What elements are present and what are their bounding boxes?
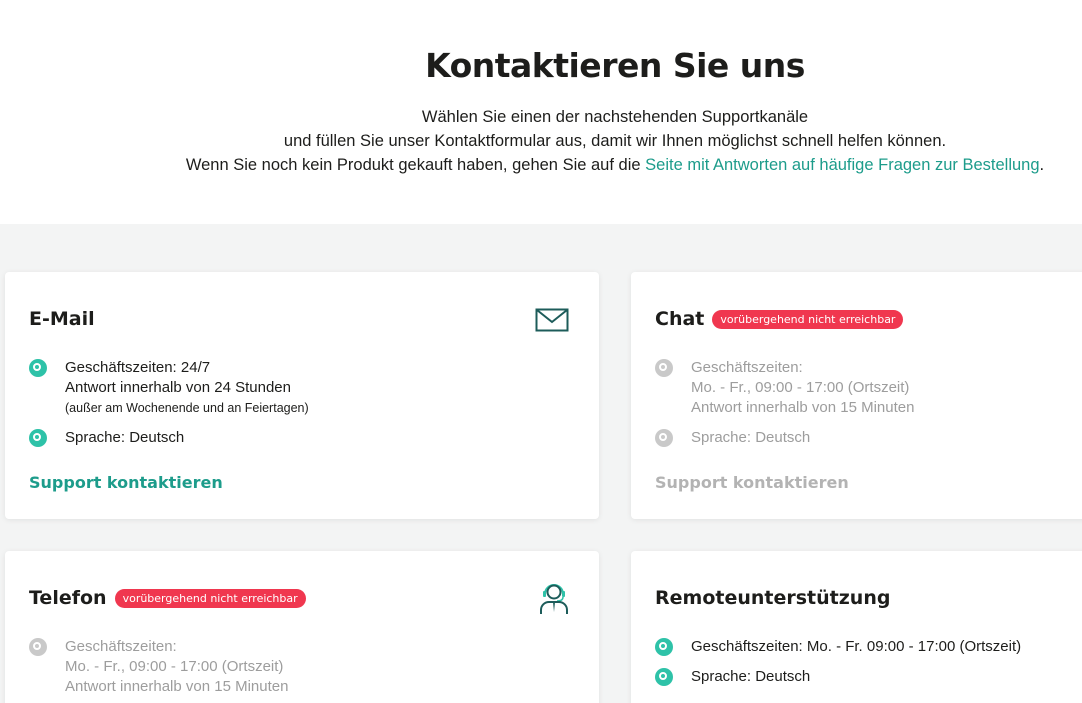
chat-language: Sprache: Deutsch (691, 429, 811, 446)
bullet-icon (655, 429, 673, 447)
phone-hours-label: Geschäftszeiten: (65, 638, 177, 655)
remote-hours-item: Geschäftszeiten: Mo. - Fr. 09:00 - 17:00… (655, 637, 1021, 657)
phone-hours-item: Geschäftszeiten: Mo. - Fr., 09:00 - 17:0… (29, 637, 288, 697)
phone-hours: Mo. - Fr., 09:00 - 17:00 (Ortszeit) (65, 658, 284, 675)
intro-line-2: und füllen Sie unser Kontaktformular aus… (283, 132, 947, 150)
bullet-icon (655, 359, 673, 377)
chat-hours-label: Geschäftszeiten: (691, 359, 803, 376)
chat-response-time: Antwort innerhalb von 15 Minuten (691, 399, 915, 416)
chat-hours: Mo. - Fr., 09:00 - 17:00 (Ortszeit) (691, 379, 910, 396)
intro-line-1: Wählen Sie einen der nachstehenden Suppo… (421, 108, 809, 126)
phone-card-header: Telefon vorübergehend nicht erreichbar (29, 587, 306, 609)
chat-card: Chat vorübergehend nicht erreichbar Gesc… (631, 272, 1082, 519)
faq-order-link[interactable]: Seite mit Antworten auf häufige Fragen z… (645, 156, 1039, 174)
intro-line-3: Wenn Sie noch kein Produkt gekauft haben… (148, 153, 1082, 177)
chat-unavailable-badge: vorübergehend nicht erreichbar (712, 309, 904, 329)
remote-language: Sprache: Deutsch (691, 668, 811, 685)
chat-language-item: Sprache: Deutsch (655, 428, 914, 448)
page-title: Kontaktieren Sie uns (425, 46, 805, 85)
phone-response-time: Antwort innerhalb von 15 Minuten (65, 678, 289, 695)
bullet-icon (29, 429, 47, 447)
email-contact-support-link[interactable]: Support kontaktieren (29, 473, 223, 492)
email-hours: Geschäftszeiten: 24/7 (65, 359, 211, 376)
phone-unavailable-badge: vorübergehend nicht erreichbar (114, 588, 306, 608)
remote-hours: Geschäftszeiten: Mo. - Fr. 09:00 - 17:00… (691, 638, 1022, 655)
email-response-time: Antwort innerhalb von 24 Stunden (65, 379, 291, 396)
phone-details: Geschäftszeiten: Mo. - Fr., 09:00 - 17:0… (29, 637, 288, 703)
email-language: Sprache: Deutsch (65, 429, 185, 446)
chat-details: Geschäftszeiten: Mo. - Fr., 09:00 - 17:0… (655, 358, 914, 458)
chat-contact-support-link: Support kontaktieren (655, 473, 849, 492)
support-agent-icon (539, 580, 569, 621)
chat-card-header: Chat vorübergehend nicht erreichbar (655, 308, 904, 330)
bullet-icon (655, 668, 673, 686)
bullet-icon (29, 638, 47, 656)
email-language-item: Sprache: Deutsch (29, 428, 309, 448)
email-hours-note: (außer am Wochenende und an Feiertagen) (65, 401, 309, 415)
remote-details: Geschäftszeiten: Mo. - Fr. 09:00 - 17:00… (655, 637, 1021, 697)
remote-support-card: Remoteunterstützung Geschäftszeiten: Mo.… (631, 551, 1082, 703)
chat-hours-item: Geschäftszeiten: Mo. - Fr., 09:00 - 17:0… (655, 358, 914, 418)
phone-card: Telefon vorübergehend nicht erreichbar G… (5, 551, 599, 703)
email-hours-item: Geschäftszeiten: 24/7 Antwort innerhalb … (29, 358, 309, 418)
chat-card-title: Chat (655, 308, 705, 330)
email-details: Geschäftszeiten: 24/7 Antwort innerhalb … (29, 358, 309, 458)
page-header: Kontaktieren Sie uns Wählen Sie einen de… (0, 0, 1082, 224)
intro-text: Wählen Sie einen der nachstehenden Suppo… (148, 105, 1082, 177)
email-card: E-Mail Geschäftszeiten: 24/7 Antwort inn… (5, 272, 599, 519)
intro-line-3-suffix: . (1039, 156, 1045, 174)
intro-line-3-prefix: Wenn Sie noch kein Produkt gekauft haben… (185, 156, 646, 174)
email-card-title: E-Mail (29, 308, 95, 330)
bullet-icon (655, 638, 673, 656)
remote-card-title: Remoteunterstützung (655, 587, 891, 609)
remote-language-item: Sprache: Deutsch (655, 667, 1021, 687)
envelope-icon (535, 308, 569, 337)
bullet-icon (29, 359, 47, 377)
phone-card-title: Telefon (29, 587, 107, 609)
